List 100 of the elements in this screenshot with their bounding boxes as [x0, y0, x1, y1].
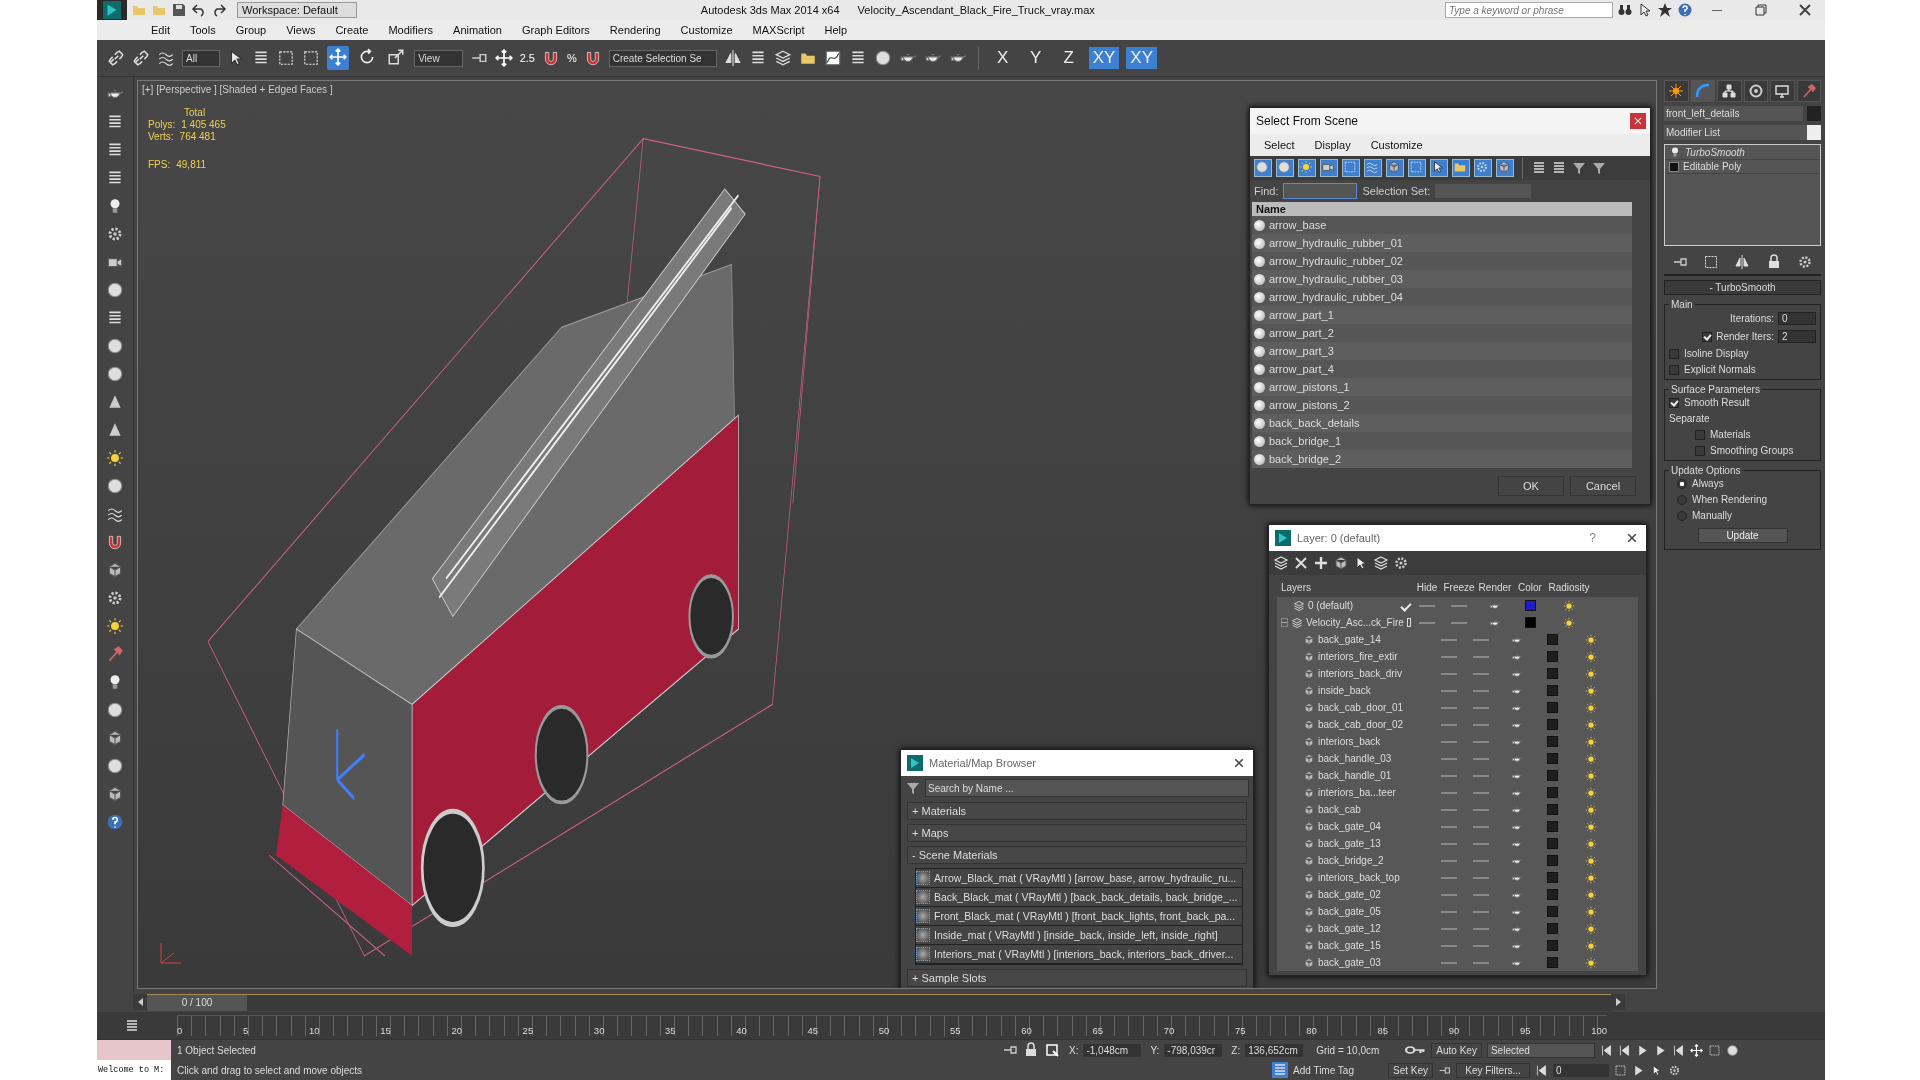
menu-item[interactable]: Animation [443, 24, 512, 36]
layer-name[interactable]: interiors_fire_extir [1318, 651, 1398, 662]
coordinate-field[interactable]: -1,048cm [1083, 1043, 1142, 1057]
material-item[interactable]: Front_Black_mat ( VRayMtl ) [front_back_lights, front_back_pa... [934, 910, 1236, 922]
freeze-toggle[interactable] [1473, 723, 1489, 726]
color-swatch[interactable] [1546, 855, 1558, 866]
modifier-item[interactable]: Editable Poly [1683, 161, 1742, 172]
menu-item[interactable]: Views [276, 24, 326, 36]
collapse-toggle[interactable] [1281, 618, 1288, 627]
add-time-tag[interactable]: Add Time Tag [1293, 1064, 1383, 1076]
list-item[interactable]: arrow_part_3 [1269, 345, 1334, 357]
material-item[interactable]: Back_Black_mat ( VRayMtl ) [back_back_details, back_bridge_... [934, 891, 1238, 903]
workspace-dropdown[interactable]: Workspace: Default [237, 2, 357, 18]
freeze-toggle[interactable] [1473, 893, 1489, 896]
selection-filter-dropdown[interactable]: All [182, 49, 221, 67]
hide-toggle[interactable] [1441, 689, 1457, 692]
layer-name[interactable]: back_gate_03 [1318, 957, 1381, 968]
section-header[interactable]: + Sample Slots [907, 969, 1247, 987]
reference-coordinate-dropdown[interactable]: View [414, 49, 463, 67]
material-item[interactable]: Interiors_mat ( VRayMtl ) [interiors_back, interiors_back_driver... [934, 948, 1234, 960]
freeze-toggle[interactable] [1473, 876, 1489, 879]
layer-name[interactable]: 0 (default) [1308, 600, 1354, 611]
color-swatch[interactable] [1546, 685, 1558, 696]
iterations-field[interactable]: 0 [1778, 312, 1816, 325]
color-swatch[interactable] [1546, 770, 1558, 781]
hide-toggle[interactable] [1441, 655, 1457, 658]
menu-item[interactable]: Display [1304, 139, 1361, 151]
color-swatch[interactable] [1546, 753, 1558, 764]
layer-name[interactable]: back_gate_04 [1318, 821, 1381, 832]
object-name-field[interactable]: front_left_details [1664, 106, 1803, 121]
hide-toggle[interactable] [1441, 723, 1457, 726]
freeze-toggle[interactable] [1451, 621, 1467, 624]
menu-item[interactable]: Rendering [599, 24, 671, 36]
section-header[interactable]: - Scene Materials [907, 846, 1247, 864]
section-header[interactable]: + Maps [907, 824, 1247, 842]
radio-button[interactable] [1677, 510, 1687, 521]
color-swatch[interactable] [1546, 838, 1558, 849]
time-slider-track[interactable]: 0 / 100 [147, 993, 1611, 1011]
hide-toggle[interactable] [1441, 859, 1457, 862]
current-frame-field[interactable]: 0 [1553, 1063, 1610, 1077]
dialog-button[interactable]: Cancel [1570, 476, 1636, 496]
column-header[interactable]: Color [1515, 581, 1545, 593]
modifier-item[interactable]: TurboSmooth [1685, 146, 1745, 158]
list-item[interactable]: back_back_details [1269, 417, 1360, 429]
auto-key-button[interactable]: Auto Key [1431, 1042, 1482, 1058]
layer-name[interactable]: back_gate_02 [1318, 889, 1381, 900]
freeze-toggle[interactable] [1473, 859, 1489, 862]
material-item[interactable]: Inside_mat ( VRayMtl ) [inside_back, inside_left, inside_right] [934, 929, 1218, 941]
hide-toggle[interactable] [1441, 927, 1457, 930]
menu-item[interactable]: Edit [141, 24, 180, 36]
layer-name[interactable]: back_cab_door_01 [1318, 702, 1404, 713]
rollout-header[interactable]: - TurboSmooth [1664, 280, 1821, 295]
color-swatch[interactable] [1524, 617, 1536, 628]
render-iters-field[interactable]: 2 [1778, 330, 1816, 343]
hide-toggle[interactable] [1441, 774, 1457, 777]
layer-name[interactable]: back_cab_door_02 [1318, 719, 1404, 730]
freeze-toggle[interactable] [1473, 961, 1489, 964]
hide-toggle[interactable] [1441, 740, 1457, 743]
frame-counter[interactable]: 0 / 100 [147, 994, 247, 1011]
hide-toggle[interactable] [1419, 621, 1435, 624]
menu-item[interactable]: MAXScript [742, 24, 815, 36]
hide-toggle[interactable] [1441, 638, 1457, 641]
set-key-button[interactable]: Set Key [1388, 1062, 1434, 1078]
list-item[interactable]: back_bridge_2 [1269, 453, 1342, 465]
key-mode-dropdown[interactable]: Selected [1486, 1042, 1595, 1058]
checkbox[interactable] [1695, 445, 1705, 456]
radio-button[interactable] [1677, 494, 1687, 505]
command-tab[interactable] [1770, 80, 1795, 102]
section-header[interactable]: + Materials [907, 802, 1247, 820]
update-button[interactable]: Update [1697, 528, 1788, 543]
freeze-toggle[interactable] [1451, 604, 1467, 607]
snap-toggle[interactable]: 2.5 [519, 52, 535, 64]
named-selection-dropdown[interactable]: Create Selection Se [608, 49, 717, 67]
layer-name[interactable]: interiors_back_top [1318, 872, 1400, 883]
radio-button[interactable] [1677, 478, 1687, 489]
list-item[interactable]: arrow_part_1 [1269, 309, 1334, 321]
hide-toggle[interactable] [1441, 825, 1457, 828]
column-header[interactable]: Radiosity [1545, 581, 1593, 593]
current-layer-toggle[interactable] [1406, 618, 1411, 627]
list-item[interactable]: arrow_pistons_2 [1269, 399, 1350, 411]
freeze-toggle[interactable] [1473, 655, 1489, 658]
freeze-toggle[interactable] [1473, 808, 1489, 811]
hide-toggle[interactable] [1441, 791, 1457, 794]
layer-name[interactable]: back_cab [1318, 804, 1361, 815]
dialog-button[interactable]: OK [1498, 476, 1564, 496]
list-item[interactable]: arrow_hydraulic_rubber_02 [1269, 255, 1403, 267]
color-swatch[interactable] [1546, 702, 1558, 713]
coordinate-field[interactable]: 136,652cm [1245, 1043, 1304, 1057]
previous-frame-button[interactable] [133, 994, 147, 1010]
expand-toggle[interactable] [1669, 161, 1679, 172]
axis-constraint-button[interactable]: XY [1126, 47, 1158, 69]
freeze-toggle[interactable] [1473, 774, 1489, 777]
list-item[interactable]: arrow_base [1269, 219, 1327, 231]
color-swatch[interactable] [1546, 923, 1558, 934]
checkbox[interactable] [1669, 348, 1679, 359]
axis-constraint-button[interactable]: Y [1022, 47, 1049, 69]
freeze-toggle[interactable] [1473, 910, 1489, 913]
perspective-viewport[interactable] [137, 80, 1657, 989]
checkbox[interactable] [1695, 429, 1705, 440]
freeze-toggle[interactable] [1473, 689, 1489, 692]
